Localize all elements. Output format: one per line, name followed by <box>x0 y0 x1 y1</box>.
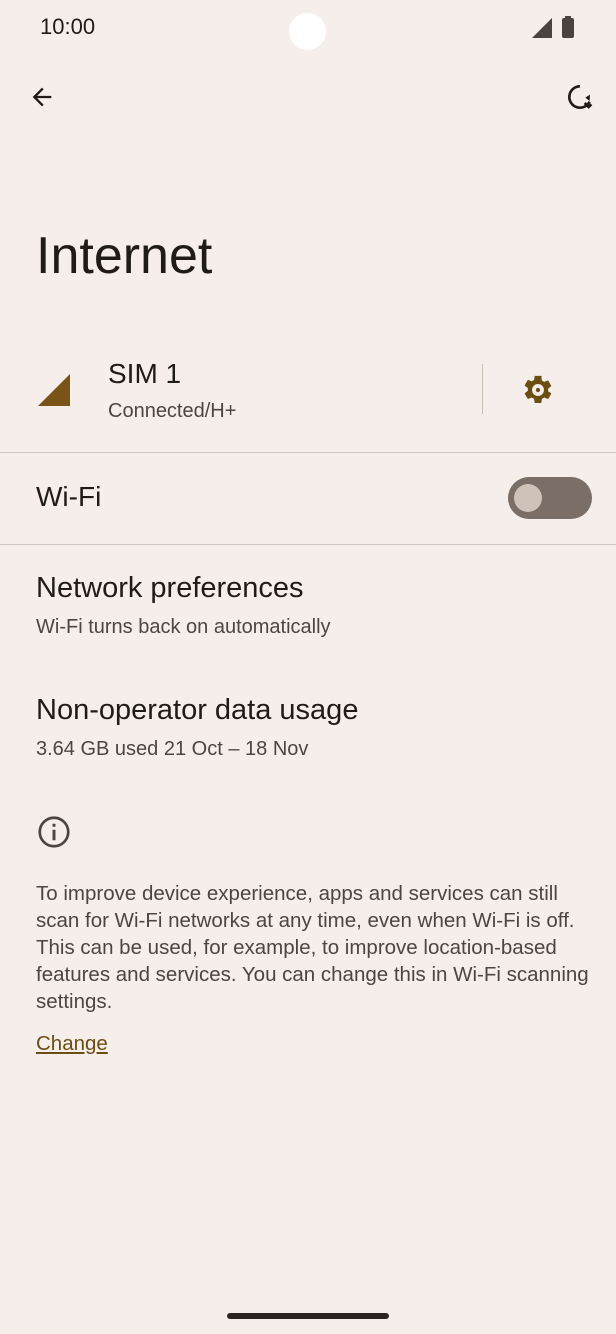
sim-title: SIM 1 <box>108 358 182 389</box>
cell-signal-icon <box>38 374 70 406</box>
change-link[interactable]: Change <box>36 1032 108 1056</box>
status-time: 10:00 <box>40 14 96 39</box>
network-preferences-item[interactable]: Network preferences Wi-Fi turns back on … <box>0 558 616 658</box>
divider <box>482 364 483 414</box>
sim-row[interactable]: SIM 1 Connected/H+ <box>0 340 616 450</box>
sim-status: Connected/H+ <box>108 400 237 422</box>
data-usage-subtitle: 3.64 GB used 21 Oct – 18 Nov <box>36 738 309 760</box>
wifi-scanning-info-text: To improve device experience, apps and s… <box>36 882 589 1013</box>
refresh-icon <box>568 85 593 109</box>
gear-icon <box>524 375 552 404</box>
data-usage-item[interactable]: Non-operator data usage 3.64 GB used 21 … <box>0 682 616 782</box>
arrow-left-icon <box>32 87 52 107</box>
wifi-label: Wi-Fi <box>36 481 102 512</box>
data-usage-title: Non-operator data usage <box>36 694 359 726</box>
wifi-toggle[interactable] <box>508 477 592 519</box>
info-icon <box>38 816 70 848</box>
back-button[interactable] <box>18 73 66 121</box>
network-preferences-title: Network preferences <box>36 572 304 604</box>
battery-icon <box>562 16 574 38</box>
home-indicator[interactable] <box>227 1313 389 1319</box>
refresh-button[interactable] <box>556 73 604 121</box>
camera-cutout <box>289 13 326 50</box>
divider <box>0 544 616 545</box>
sim-settings-button[interactable] <box>516 368 560 412</box>
signal-icon <box>532 18 552 38</box>
toggle-knob <box>514 484 542 512</box>
status-bar: 10:00 <box>0 0 616 60</box>
wifi-row[interactable]: Wi-Fi <box>0 453 616 543</box>
network-preferences-subtitle: Wi-Fi turns back on automatically <box>36 616 331 638</box>
page-title: Internet <box>36 227 213 285</box>
